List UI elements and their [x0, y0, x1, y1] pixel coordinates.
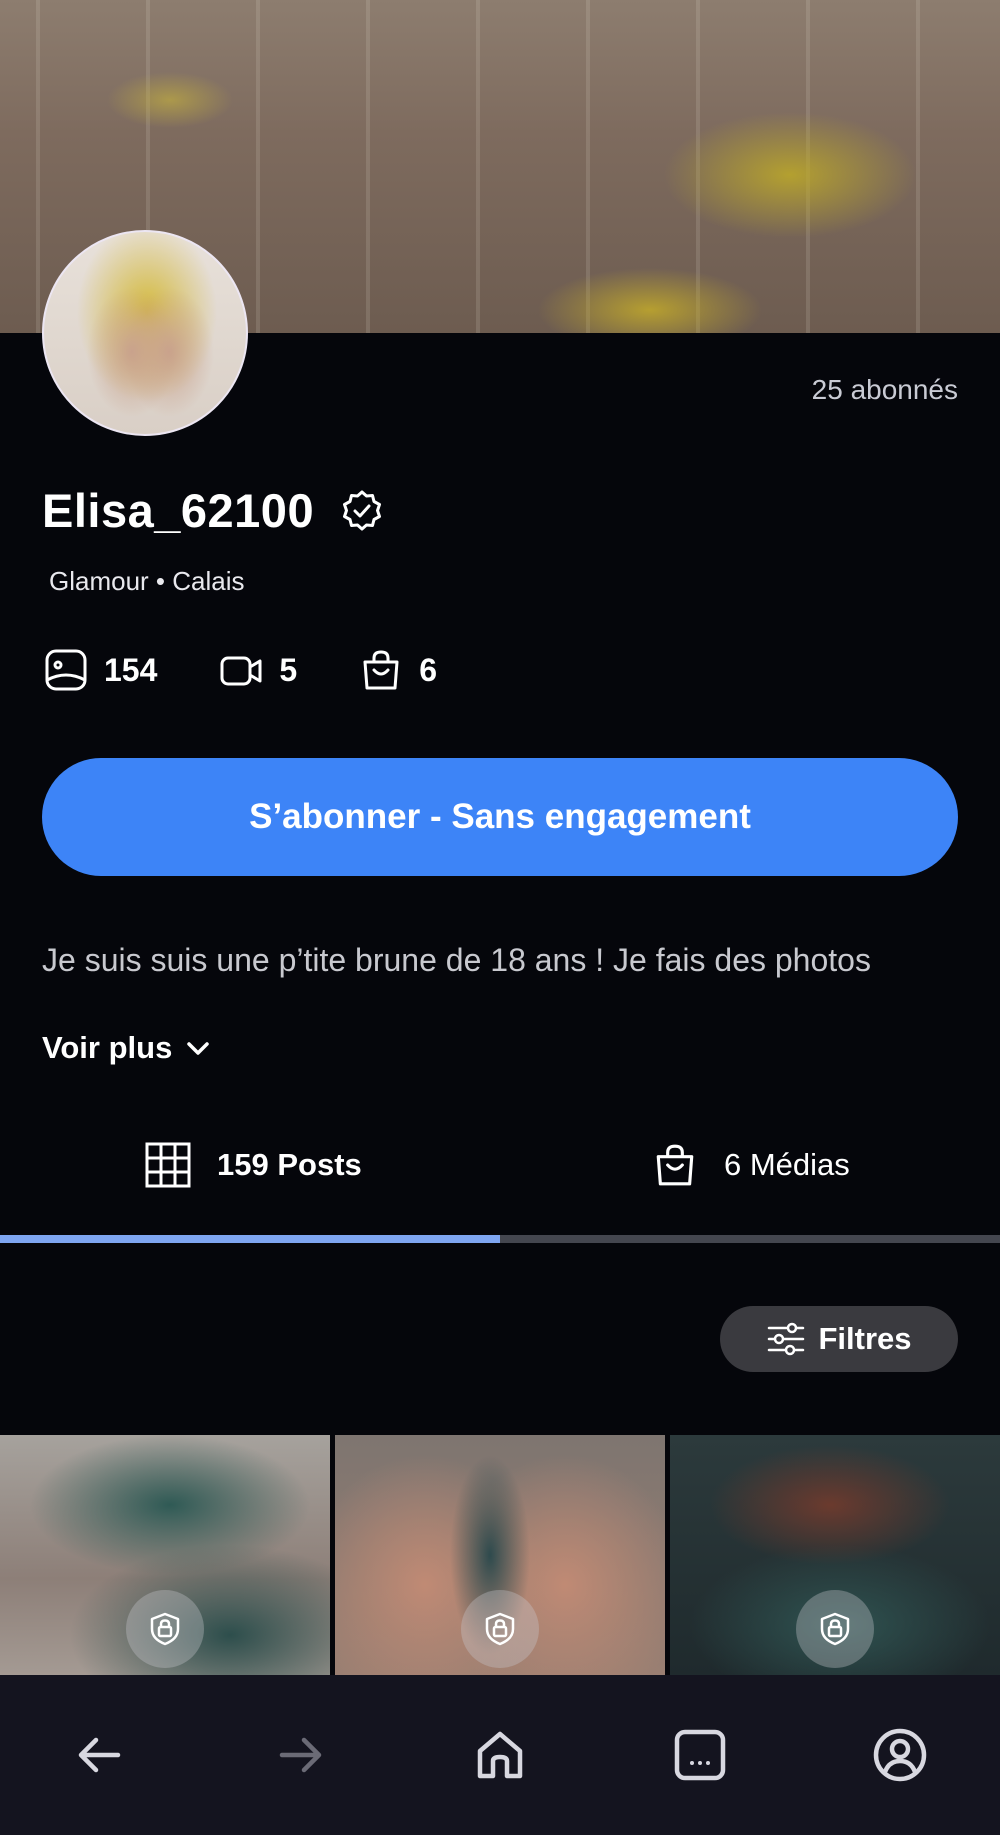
stat-products: 6	[359, 648, 437, 692]
arrow-right-icon	[279, 1737, 322, 1773]
tabs-button[interactable]	[667, 1722, 733, 1788]
filters-label: Filtres	[818, 1321, 912, 1356]
grid-tile[interactable]	[0, 1435, 330, 1675]
stat-products-count: 6	[419, 651, 437, 688]
tabs-overview-icon	[674, 1729, 726, 1781]
stat-photos: 154	[44, 648, 157, 692]
home-icon	[477, 1731, 523, 1779]
profile-tagline: Glamour • Calais	[49, 566, 245, 596]
locked-badge	[126, 1590, 204, 1668]
stat-videos: 5	[219, 648, 297, 692]
stat-videos-count: 5	[279, 651, 298, 688]
account-icon	[873, 1728, 927, 1782]
filters-button[interactable]: Filtres	[720, 1306, 958, 1372]
tab-medias-label: 6 Médias	[724, 1147, 850, 1182]
shopping-bag-icon	[656, 1144, 694, 1186]
followers-count: 25 abonnés	[811, 374, 958, 405]
back-button[interactable]	[67, 1722, 133, 1788]
photo-icon	[45, 649, 87, 691]
verified-badge-icon	[343, 490, 382, 530]
tab-indicator-active	[0, 1235, 500, 1243]
subscribe-button[interactable]: S’abonner - Sans engagement	[42, 758, 958, 876]
locked-badge	[461, 1590, 539, 1668]
grid-icon	[145, 1142, 191, 1188]
profile-name: Elisa_62100	[42, 484, 315, 537]
grid-tile[interactable]	[670, 1435, 1000, 1675]
sliders-icon	[768, 1322, 805, 1356]
account-button[interactable]	[867, 1722, 933, 1788]
stat-photos-count: 154	[104, 651, 158, 688]
tab-medias[interactable]: 6 Médias	[652, 1130, 850, 1200]
shopping-bag-icon	[363, 650, 399, 690]
chevron-down-icon	[187, 1042, 210, 1055]
profile-stats: 154 5 6	[44, 648, 499, 692]
browser-nav-bar	[0, 1675, 1000, 1835]
grid-tile[interactable]	[335, 1435, 665, 1675]
avatar[interactable]	[42, 230, 248, 436]
see-more-button[interactable]: Voir plus	[42, 1030, 212, 1066]
see-more-label: Voir plus	[42, 1030, 173, 1065]
posts-grid	[0, 1435, 1000, 1675]
forward-button[interactable]	[267, 1722, 333, 1788]
tab-indicator-track	[0, 1235, 1000, 1243]
home-button[interactable]	[467, 1722, 533, 1788]
lock-icon	[150, 1612, 180, 1646]
lock-icon	[485, 1612, 515, 1646]
lock-icon	[820, 1612, 850, 1646]
locked-badge	[796, 1590, 874, 1668]
arrow-left-icon	[78, 1737, 121, 1773]
tab-posts[interactable]: 159 Posts	[145, 1130, 362, 1200]
profile-name-row: Elisa_62100	[42, 483, 384, 538]
content-tabs: 159 Posts 6 Médias	[0, 1130, 1000, 1240]
tab-posts-label: 159 Posts	[217, 1147, 362, 1182]
profile-bio: Je suis suis une p’tite brune de 18 ans …	[42, 942, 871, 978]
video-camera-icon	[220, 656, 262, 686]
